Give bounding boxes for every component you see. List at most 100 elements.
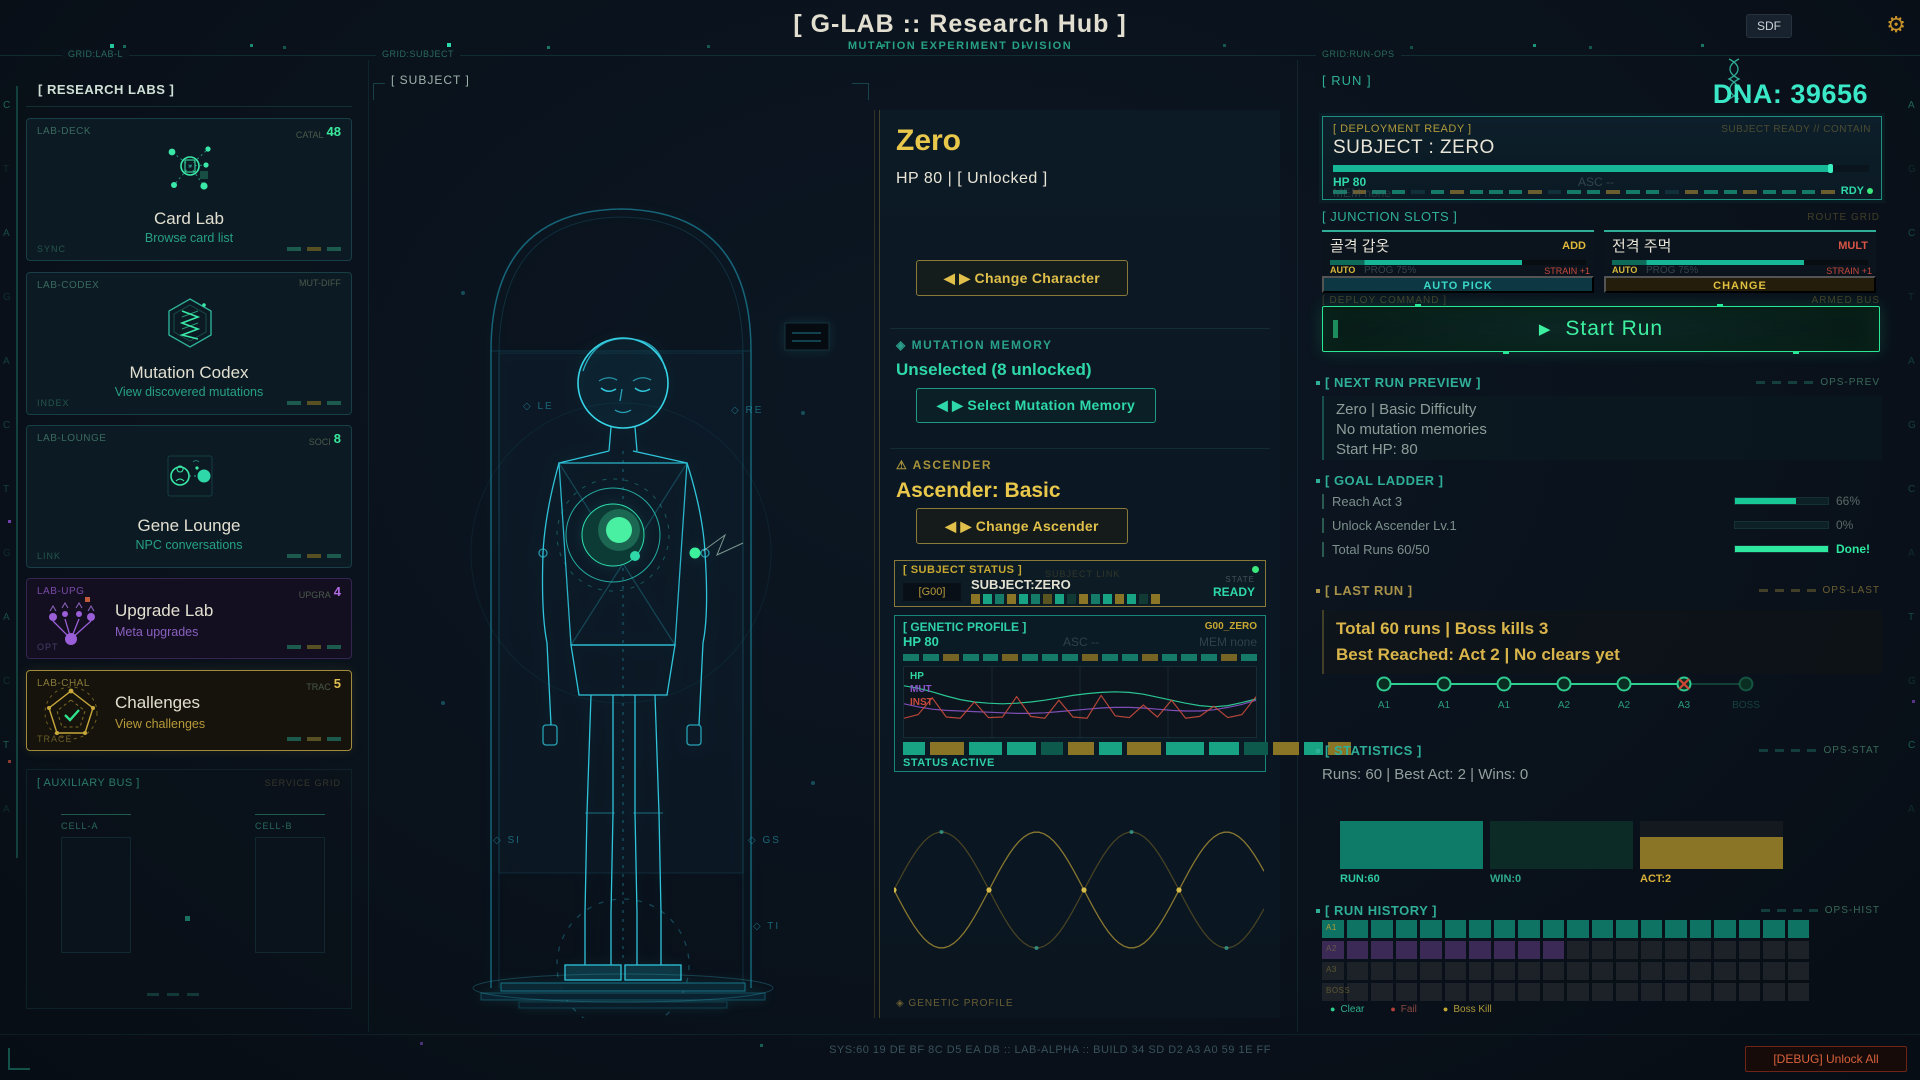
goal-progress-track (1734, 497, 1829, 505)
history-cell (1714, 983, 1736, 1001)
gear-icon[interactable]: ⚙ (1886, 12, 1906, 38)
deco-dot (8, 520, 11, 523)
dna-letter: A (3, 356, 10, 367)
sidebar-card-gene-lounge[interactable]: LAB-LOUNGESOCI8Gene LoungeNPC conversati… (26, 425, 352, 568)
marker-le: ◇ LE (523, 401, 554, 412)
history-cell (1788, 920, 1810, 938)
history-cell (1592, 941, 1614, 959)
junction-slot-2[interactable]: 전격 주먹MULTAUTOPROG 75%STRAIN +1 (1604, 230, 1876, 274)
subject-ready-label: SUBJECT READY // CONTAIN (1721, 124, 1871, 135)
history-cell (1494, 941, 1516, 959)
change-character-button[interactable]: ◀ ▶ Change Character (916, 260, 1128, 296)
history-cell (1420, 983, 1442, 1001)
sidebar-card-mutation-codex[interactable]: LAB-CODEXMUT-DIFFMutation CodexView disc… (26, 272, 352, 415)
history-cell (1641, 920, 1663, 938)
history-cell (1665, 920, 1687, 938)
select-mutation-memory-button[interactable]: ◀ ▶ Select Mutation Memory (916, 388, 1156, 423)
history-cell (1665, 941, 1687, 959)
history-cell (1665, 983, 1687, 1001)
sidebar-card-upgrade-lab[interactable]: LAB-UPGUPGRA4Upgrade LabMeta upgradesOPT (26, 578, 352, 659)
auto-pick-button[interactable]: AUTO PICK (1322, 276, 1594, 293)
profile-bottom-bars (903, 742, 1351, 755)
dna-letter: A (3, 612, 10, 623)
card-badge: SOCI8 (309, 431, 341, 447)
history-cell (1739, 941, 1761, 959)
last-run-title: [ LAST RUN ] (1316, 583, 1413, 598)
system-status-line: SYS:60 19 DE BF 8C D5 EA DB :: LAB-ALPHA… (660, 1044, 1440, 1056)
junction-slot-1[interactable]: 골격 갑옷ADDAUTOPROG 75%STRAIN +1 (1322, 230, 1594, 274)
mut-line-label: MUT (910, 684, 932, 695)
history-cell (1469, 941, 1491, 959)
history-cell (1567, 941, 1589, 959)
deco-dot (8, 760, 11, 763)
start-button-bar (1333, 320, 1338, 338)
history-cell (1714, 920, 1736, 938)
svg-text:A2: A2 (1618, 700, 1631, 711)
history-cell (1420, 962, 1442, 980)
slot-modifier-tag: MULT (1838, 240, 1868, 252)
history-cell (1543, 983, 1565, 1001)
last-run-line2: Best Reached: Act 2 | No clears yet (1336, 642, 1870, 668)
profile-hp: HP 80 (903, 634, 939, 649)
history-cell (1616, 941, 1638, 959)
history-cell (1690, 983, 1712, 1001)
stat-bar-label: WIN:0 (1490, 873, 1521, 885)
history-cell (1788, 962, 1810, 980)
history-cell (1543, 941, 1565, 959)
research-labs-panel: [ RESEARCH LABS ] LAB-DECKCATAL48Card La… (26, 86, 352, 1018)
deb​ug-unlock-all-button[interactable]: [DEBUG] Unlock All (1745, 1046, 1907, 1072)
deco-dot (250, 44, 253, 47)
npc-link-icon (160, 446, 220, 506)
card-subtitle: NPC conversations (27, 538, 351, 552)
genetic-profile-id: G00_ZERO (1205, 621, 1257, 632)
hex-dna-icon (160, 293, 220, 353)
warning-icon: ⚠ (896, 458, 908, 472)
history-cell (1469, 920, 1491, 938)
stat-bar (1340, 821, 1483, 869)
card-subtitle: Browse card list (27, 231, 351, 245)
history-cell (1567, 983, 1589, 1001)
svg-text:A2: A2 (1558, 700, 1571, 711)
deco-dot (1533, 44, 1536, 47)
junction-slots-title: [ JUNCTION SLOTS ] (1322, 209, 1457, 224)
dna-letter: G (3, 292, 11, 303)
card-badge: MUT-DIFF (299, 278, 341, 288)
history-cell (1739, 962, 1761, 980)
card-footer-tag: OPT (37, 642, 59, 652)
deco-dot (1223, 44, 1226, 47)
sdf-button[interactable]: SDF (1746, 14, 1792, 38)
card-dashes (287, 401, 341, 405)
marker-re: ◇ RE (731, 405, 763, 416)
ascender-label: ⚠ ASCENDER (896, 458, 992, 472)
start-run-button[interactable]: ▶ Start Run (1322, 306, 1880, 352)
cell-b-label: CELL-B (255, 821, 325, 831)
history-row-label: A3 (1326, 965, 1337, 974)
history-cell (1641, 983, 1663, 1001)
inst-line-label: INST (910, 697, 933, 708)
deco-dot (1589, 46, 1592, 49)
divider (890, 448, 1270, 449)
run-history-grid (1322, 920, 1809, 1001)
top-divider (0, 55, 1920, 56)
deco-dot (1023, 45, 1026, 48)
history-cell (1371, 920, 1393, 938)
run-panel-label: [ RUN ] (1316, 73, 1378, 88)
sidebar-card-challenges[interactable]: LAB-CHALTRAC5ChallengesView challengesTR… (26, 670, 352, 751)
genetic-profile-title: [ GENETIC PROFILE ] (903, 620, 1026, 634)
history-cell (1567, 962, 1589, 980)
diamond-icon: ◈ (896, 338, 907, 352)
subject-status-box: [ SUBJECT STATUS ] SUBJECT LINK [G00] SU… (894, 560, 1266, 607)
history-cell (1518, 962, 1540, 980)
card-footer-tag: LINK (37, 551, 61, 561)
sidebar-card-card-lab[interactable]: LAB-DECKCATAL48Card LabBrowse card listS… (26, 118, 352, 261)
change-ascender-button[interactable]: ◀ ▶ Change Ascender (916, 508, 1128, 544)
change-slot-button[interactable]: CHANGE (1604, 276, 1876, 293)
history-cell (1543, 962, 1565, 980)
preview-line: Zero | Basic Difficulty (1336, 400, 1870, 420)
history-cell (1714, 941, 1736, 959)
state-value: READY (1213, 585, 1255, 599)
card-subtitle: Meta upgrades (115, 625, 198, 639)
marker-gs: ◇ GS (748, 835, 781, 846)
history-row-label: A1 (1326, 923, 1337, 932)
ready-indicator-dot (1252, 566, 1259, 573)
